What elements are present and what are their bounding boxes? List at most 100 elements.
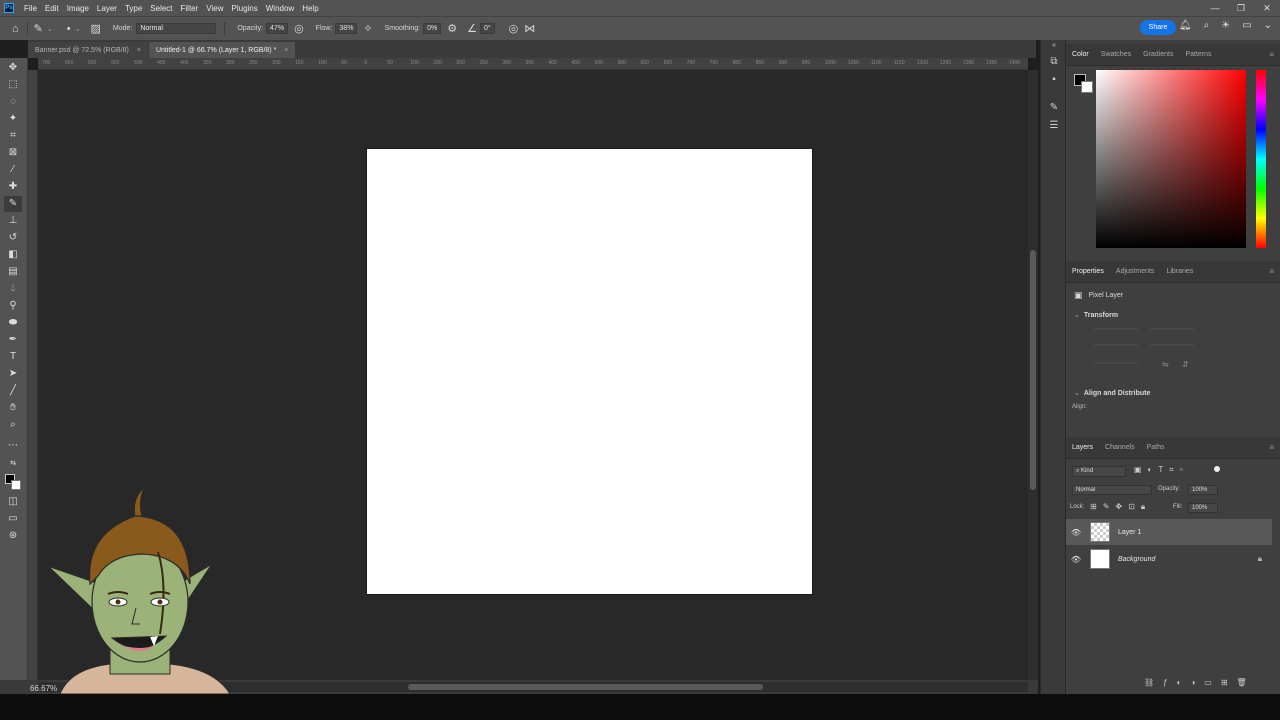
layer-filter-select[interactable]: ⌕ Kind (1072, 466, 1126, 477)
menu-help[interactable]: Help (298, 4, 322, 13)
generative-icon[interactable]: ⊛ (4, 528, 22, 544)
opacity-field[interactable]: 47% (266, 23, 289, 34)
brush-settings-button[interactable]: ▨ (90, 22, 100, 35)
layer-name[interactable]: Layer 1 (1118, 529, 1141, 536)
history-brush-tool-icon[interactable]: ↺ (4, 230, 22, 246)
tab-untitled[interactable]: Untitled-1 @ 66.7% (Layer 1, RGB/8) * × (148, 42, 296, 58)
scrollbar-thumb[interactable] (408, 684, 763, 690)
layer-filter-icons[interactable]: ▣◐T⌗▫ (1134, 465, 1189, 475)
pressure-size-button[interactable]: ◎ (509, 22, 519, 35)
panel-menu-icon[interactable]: ≡ (1269, 443, 1274, 452)
path-selection-tool-icon[interactable]: ➤ (4, 366, 22, 382)
clone-stamp-tool-icon[interactable]: ⊥ (4, 213, 22, 229)
brush-size-picker[interactable]: • ⌄ (67, 23, 81, 35)
zoom-tool-icon[interactable]: ⌕ (4, 417, 22, 433)
document-canvas[interactable] (367, 149, 812, 594)
scrollbar-thumb[interactable] (1030, 250, 1036, 490)
eye-icon[interactable]: 👁︎ (1066, 555, 1086, 564)
align-section[interactable]: ⌄ Align and Distribute (1074, 389, 1150, 398)
frame-tool-icon[interactable]: ⊠ (4, 145, 22, 161)
object-select-tool-icon[interactable]: ✦ (4, 111, 22, 127)
search-icon[interactable]: ⌕ (1204, 20, 1210, 31)
panel-menu-icon[interactable]: ≡ (1269, 267, 1274, 276)
saturation-brightness-field[interactable] (1096, 70, 1246, 248)
home-button[interactable]: ⌂ (12, 23, 19, 35)
tab-properties[interactable]: Properties (1066, 268, 1110, 275)
move-tool-icon[interactable]: ✥ (4, 60, 22, 76)
more-tools-icon[interactable]: ⋯ (4, 438, 22, 454)
layers-footer-icons[interactable]: ⛓ƒ◐◑▭⊞🗑︎ (1144, 678, 1256, 687)
lasso-tool-icon[interactable]: ◌ (4, 94, 22, 110)
menu-filter[interactable]: Filter (177, 4, 203, 13)
sponge-tool-icon[interactable]: ⬬ (4, 315, 22, 331)
pressure-opacity-button[interactable]: ◎ (294, 22, 304, 35)
healing-brush-tool-icon[interactable]: ✚ (4, 179, 22, 195)
panel-menu-icon[interactable]: ≡ (1269, 50, 1274, 59)
pen-tool-icon[interactable]: ✒ (4, 332, 22, 348)
discover-icon[interactable]: ☀ (1221, 20, 1230, 31)
menu-view[interactable]: View (202, 4, 227, 13)
close-button[interactable]: ✕ (1254, 0, 1280, 16)
adjustments-icon[interactable]: ☰ (1047, 120, 1061, 134)
layer-row[interactable]: 👁︎ Layer 1 (1066, 519, 1272, 545)
hue-slider[interactable] (1256, 70, 1266, 248)
symmetry-button[interactable]: ⋈ (524, 22, 535, 35)
airbrush-button[interactable]: ✧ (363, 22, 372, 35)
comments-icon[interactable]: ▪ (1047, 74, 1061, 88)
chevron-down-icon[interactable]: ⌄ (1264, 20, 1272, 31)
brush-tool-icon[interactable]: ✎ (4, 196, 22, 212)
crop-tool-icon[interactable]: ⌗ (4, 128, 22, 144)
flip-horizontal-icon[interactable]: ⇋ (1162, 360, 1169, 369)
menu-plugins[interactable]: Plugins (228, 4, 262, 13)
layer-opacity-field[interactable]: 100% (1188, 485, 1218, 495)
brush-preset-picker[interactable]: ✎ ⌄ (34, 22, 53, 35)
smoothing-field[interactable]: 0% (423, 23, 442, 34)
hand-tool-icon[interactable]: ✋︎ (4, 400, 22, 416)
workspace-icon[interactable]: ▭ (1242, 20, 1251, 31)
layer-row[interactable]: 👁︎ Background 🔒︎ (1066, 546, 1272, 572)
tab-libraries[interactable]: Libraries (1160, 268, 1199, 275)
smoothing-options-button[interactable]: ⚙ (447, 22, 457, 35)
dodge-tool-icon[interactable]: ⚲ (4, 298, 22, 314)
menu-image[interactable]: Image (63, 4, 93, 13)
restore-button[interactable]: ❐ (1228, 0, 1254, 16)
tab-adjustments[interactable]: Adjustments (1110, 268, 1161, 275)
menu-select[interactable]: Select (146, 4, 176, 13)
tab-gradients[interactable]: Gradients (1137, 51, 1179, 58)
tab-color[interactable]: Color (1066, 51, 1095, 58)
fill-field[interactable]: 100% (1188, 503, 1218, 513)
menu-window[interactable]: Window (262, 4, 298, 13)
menu-layer[interactable]: Layer (93, 4, 121, 13)
marquee-tool-icon[interactable]: ⬚ (4, 77, 22, 93)
swap-colors-icon[interactable]: ⇆ (4, 456, 22, 472)
background-color-swatch[interactable] (11, 480, 21, 490)
close-icon[interactable]: × (284, 47, 288, 54)
gradient-tool-icon[interactable]: ▤ (4, 264, 22, 280)
menu-edit[interactable]: Edit (41, 4, 63, 13)
background-color-swatch[interactable] (1081, 81, 1093, 93)
menu-type[interactable]: Type (121, 4, 146, 13)
tab-layers[interactable]: Layers (1066, 444, 1099, 451)
blend-mode-select[interactable]: Normal (1072, 485, 1152, 495)
quick-mask-icon[interactable]: ◫ (4, 494, 22, 510)
minimize-button[interactable]: — (1202, 0, 1228, 16)
line-tool-icon[interactable]: ╱ (4, 383, 22, 399)
bell-icon[interactable]: 🔔︎ (1179, 20, 1192, 31)
transform-section[interactable]: ⌄ Transform (1074, 311, 1118, 320)
eraser-tool-icon[interactable]: ◧ (4, 247, 22, 263)
lock-icons[interactable]: ⊞✎✥⊡🔒︎ (1090, 502, 1151, 512)
brush-settings-icon[interactable]: ✎ (1047, 102, 1061, 116)
eye-icon[interactable]: 👁︎ (1066, 528, 1086, 537)
angle-field[interactable]: 0° (479, 23, 495, 34)
flow-field[interactable]: 38% (335, 23, 358, 34)
tab-channels[interactable]: Channels (1099, 444, 1141, 451)
type-tool-icon[interactable]: T (4, 349, 22, 365)
mode-select[interactable]: Normal (136, 23, 217, 34)
menu-file[interactable]: File (20, 4, 41, 13)
tab-patterns[interactable]: Patterns (1179, 51, 1217, 58)
history-icon[interactable]: ⧉ (1047, 56, 1061, 70)
close-icon[interactable]: × (137, 47, 141, 54)
layer-name[interactable]: Background (1118, 556, 1155, 563)
tab-paths[interactable]: Paths (1141, 444, 1171, 451)
flip-vertical-icon[interactable]: ⇵ (1182, 360, 1189, 369)
